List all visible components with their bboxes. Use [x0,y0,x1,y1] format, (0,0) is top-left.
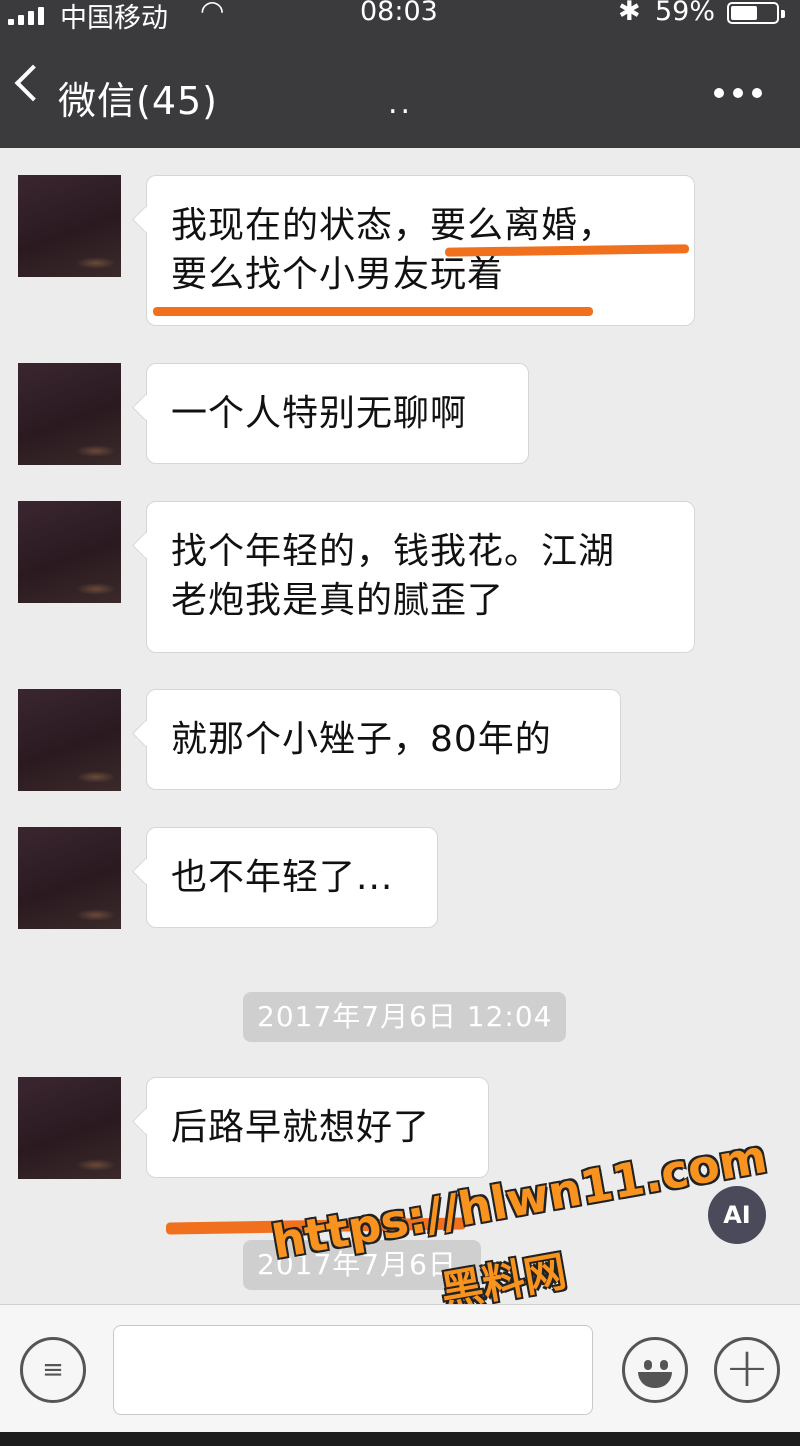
back-arrow-icon[interactable] [14,64,52,102]
avatar[interactable] [18,501,121,603]
message-line: 要么找个小男友玩着 [171,254,505,295]
timestamp: 2017年7月6日 12:04 [243,992,567,1042]
plus-icon[interactable]: + [714,1337,780,1403]
message-bubble[interactable]: 也不年轻了... [146,827,438,928]
input-bar: ≡ + [0,1304,800,1433]
highlight-underline [153,307,593,316]
typing-indicator: .. [388,86,414,121]
emoji-icon[interactable] [622,1337,688,1403]
avatar[interactable] [18,363,121,465]
message-bubble[interactable]: 后路早就想好了 [146,1077,489,1178]
message-line: 老炮我是真的腻歪了 [171,580,505,621]
wifi-icon: ◠ [200,0,225,27]
avatar[interactable] [18,1077,121,1179]
status-bar: 中国移动 ◠ 08:03 ✱ 59% [0,0,800,34]
message-text: 后路早就想好了 [171,1107,431,1148]
voice-icon[interactable]: ≡ [20,1337,86,1403]
message-bubble[interactable]: 找个年轻的，钱我花。江湖 老炮我是真的腻歪了 [146,501,695,653]
avatar[interactable] [18,175,121,277]
ai-badge[interactable]: AI [708,1186,766,1244]
carrier-name: 中国移动 [60,3,168,34]
battery-percent: 59% [655,0,716,27]
battery-fill [731,6,757,20]
message-line: 我现在的状态，要么离婚， [171,205,616,246]
highlight-underline [444,244,690,257]
home-indicator-strip [0,1432,800,1446]
bluetooth-icon: ✱ [618,0,641,27]
nav-bar: 微信(45) .. [0,34,800,148]
avatar[interactable] [18,827,121,929]
signal-icon [8,5,44,25]
back-button[interactable]: 微信(45) [58,70,218,125]
header: 中国移动 ◠ 08:03 ✱ 59% 微信(45) .. [0,0,800,148]
message-text: 一个人特别无聊啊 [171,393,468,434]
message-line: 找个年轻的，钱我花。江湖 [171,531,616,572]
message-input[interactable] [113,1325,593,1415]
battery-icon [727,2,785,24]
message-bubble[interactable]: 一个人特别无聊啊 [146,363,529,464]
status-time: 08:03 [360,0,438,27]
avatar[interactable] [18,689,121,791]
more-dots-icon[interactable] [714,88,762,98]
message-bubble[interactable]: 我现在的状态，要么离婚， 要么找个小男友玩着 [146,175,695,326]
message-bubble[interactable]: 就那个小矬子，80年的 [146,689,621,790]
chat-area[interactable]: 我现在的状态，要么离婚， 要么找个小男友玩着 一个人特别无聊啊 找个年轻的，钱我… [0,148,800,1304]
message-text: 就那个小矬子，80年的 [171,719,552,760]
message-text: 也不年轻了... [171,857,394,898]
